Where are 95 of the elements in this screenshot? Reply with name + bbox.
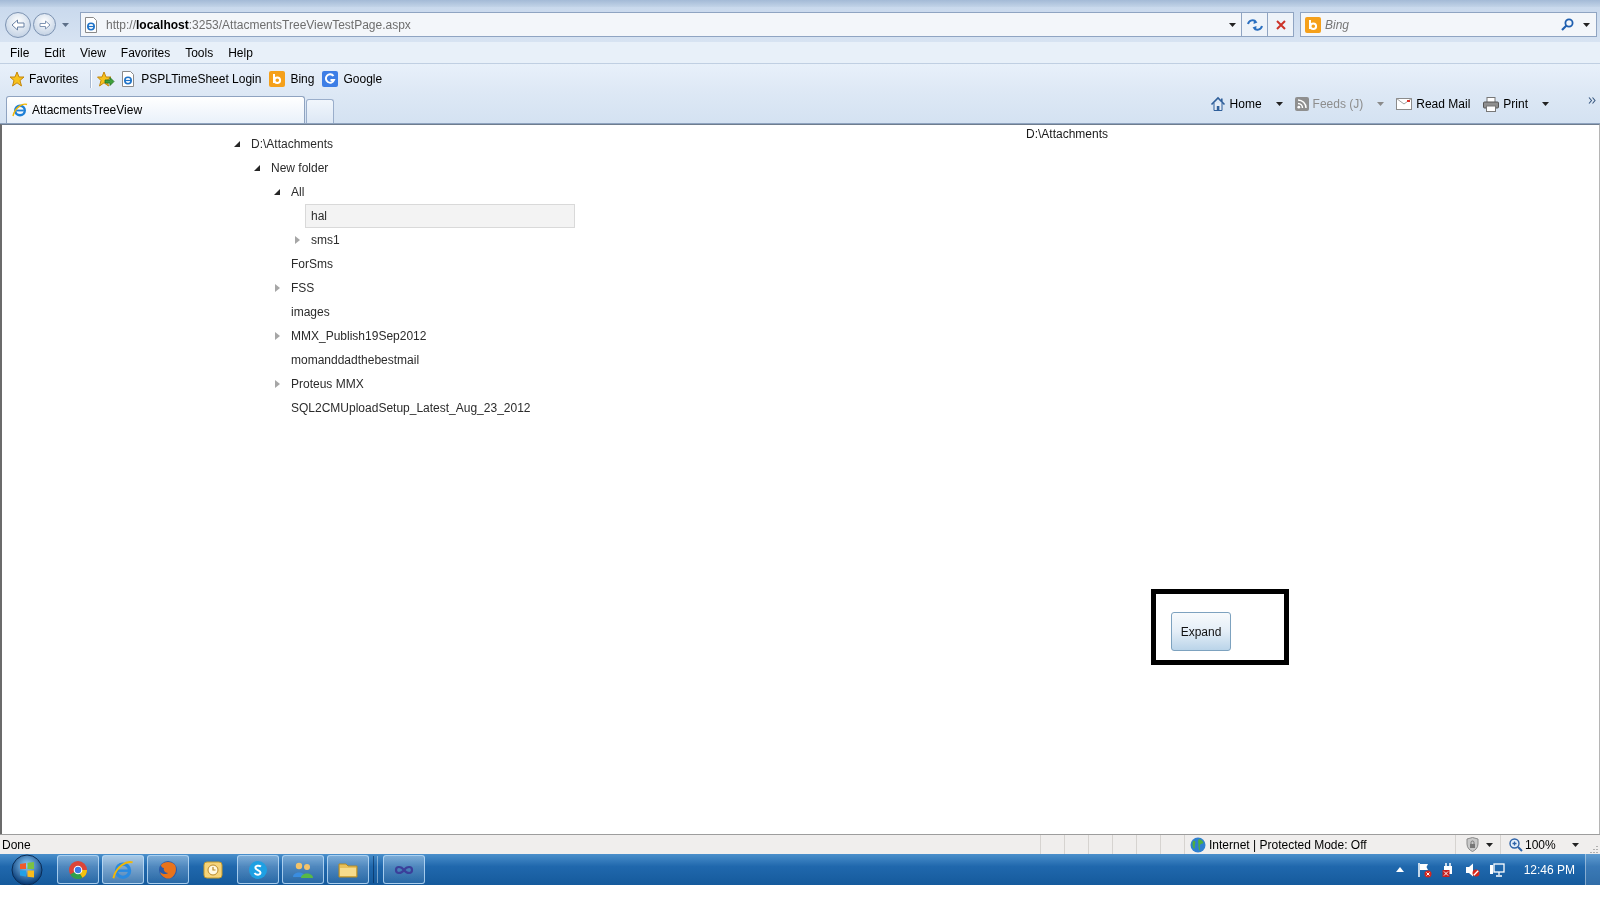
logo-icon xyxy=(322,70,339,87)
favorite-link[interactable]: PSPLTimeSheet Login xyxy=(121,70,262,87)
folder-icon xyxy=(338,860,358,879)
browser-tab[interactable]: AttacmentsTreeView xyxy=(6,96,305,123)
taskbar-button[interactable] xyxy=(282,855,324,884)
down-triangle-icon[interactable] xyxy=(254,165,260,171)
back-button[interactable] xyxy=(5,11,31,38)
printer-icon xyxy=(1483,96,1500,112)
tree-item[interactable]: Proteus MMX xyxy=(285,372,370,396)
tree-item[interactable]: SQL2CMUploadSetup_Latest_Aug_23_2012 xyxy=(285,396,537,420)
search-box[interactable]: Bing xyxy=(1300,12,1597,37)
tree-item[interactable]: momanddadthebestmail xyxy=(285,348,426,372)
taskbar-button[interactable] xyxy=(147,855,189,884)
right-triangle-icon[interactable] xyxy=(274,380,280,388)
menu-item[interactable]: Favorites xyxy=(113,42,178,63)
ring-logo-icon xyxy=(68,859,88,880)
house-icon xyxy=(1209,96,1226,112)
close-icon xyxy=(1275,19,1286,30)
right-triangle-icon[interactable] xyxy=(274,284,280,292)
caret-icon[interactable] xyxy=(1542,102,1549,106)
favorite-link[interactable]: Google xyxy=(322,70,383,87)
grip-icon[interactable] xyxy=(1590,844,1598,853)
menu-item[interactable]: Tools xyxy=(177,42,221,63)
tree-item[interactable]: sms1 xyxy=(305,228,346,252)
down-triangle-icon[interactable] xyxy=(234,141,240,147)
bubble-icon xyxy=(248,859,268,880)
forward-button[interactable] xyxy=(33,13,56,36)
left-arrow-icon xyxy=(11,18,25,31)
caret-icon[interactable] xyxy=(1275,102,1283,106)
taskbar-button[interactable] xyxy=(57,855,99,884)
infinity-icon xyxy=(394,864,414,875)
tree-item[interactable]: FSS xyxy=(285,276,321,300)
browser-logo-icon xyxy=(112,858,134,881)
star-icon xyxy=(9,70,25,87)
toolbar-button[interactable]: Read Mail xyxy=(1393,97,1474,111)
favorites-button[interactable]: Favorites xyxy=(5,70,83,87)
taskbar-button[interactable] xyxy=(327,855,369,884)
menu-item[interactable]: File xyxy=(2,42,37,63)
toolbar-button[interactable]: Print xyxy=(1480,96,1531,112)
logo-icon xyxy=(1305,16,1321,33)
page-icon xyxy=(84,16,98,33)
menu-item[interactable]: View xyxy=(72,42,114,63)
tree-item[interactable]: ForSms xyxy=(285,252,339,276)
zone-text: Internet | Protected Mode: Off xyxy=(1209,837,1367,852)
right-triangle-icon[interactable] xyxy=(274,332,280,340)
taskbar-button[interactable] xyxy=(237,855,279,884)
favorite-link[interactable]: Bing xyxy=(269,70,315,87)
page-icon xyxy=(121,70,136,87)
logo-icon xyxy=(269,70,286,87)
refresh-button[interactable] xyxy=(1242,12,1268,37)
note-clock-icon xyxy=(203,859,223,880)
clock-text[interactable]: 12:46 PM xyxy=(1523,862,1575,877)
globe-icon xyxy=(1190,836,1206,853)
caret-icon[interactable] xyxy=(1583,22,1590,27)
envelope-icon xyxy=(1396,98,1413,110)
taskbar-button[interactable] xyxy=(102,855,144,884)
star-arrow-icon xyxy=(97,70,116,87)
show-desktop-button[interactable] xyxy=(1585,854,1600,885)
search-field[interactable]: Bing xyxy=(1325,15,1555,34)
speaker-icon[interactable] xyxy=(1464,861,1480,878)
address-field[interactable]: http://localhost:3253/AttacmentsTreeViewTestPage.aspx xyxy=(80,12,1242,37)
taskbar-button[interactable] xyxy=(383,855,425,884)
double-chevron-icon[interactable] xyxy=(1588,97,1596,104)
tree-item[interactable]: hal xyxy=(305,204,575,228)
start-orb-icon[interactable] xyxy=(11,853,43,886)
caret-icon[interactable] xyxy=(1229,22,1236,27)
expand-button[interactable]: Expand xyxy=(1171,612,1231,651)
tree-item[interactable]: MMX_Publish19Sep2012 xyxy=(285,324,433,348)
add-favorite-button[interactable] xyxy=(97,70,116,87)
path-label: D:\Attachments xyxy=(1026,127,1109,142)
flag-icon[interactable] xyxy=(1416,861,1432,878)
right-triangle-icon[interactable] xyxy=(294,236,300,244)
logo-icon xyxy=(12,102,28,118)
down-triangle-icon[interactable] xyxy=(274,189,280,195)
tree-item[interactable]: New folder xyxy=(265,156,335,180)
menu-item[interactable]: Help xyxy=(220,42,261,63)
zoom-icon xyxy=(1509,837,1523,852)
globe-swirl-icon xyxy=(158,859,178,880)
up-arrow-icon[interactable] xyxy=(1395,867,1404,872)
caret-icon[interactable] xyxy=(1486,842,1493,847)
tree-item[interactable]: images xyxy=(285,300,336,324)
refresh-icon xyxy=(1246,17,1263,32)
status-text: Done xyxy=(1,837,32,852)
feed-icon xyxy=(1294,97,1309,111)
stop-button[interactable] xyxy=(1268,12,1294,37)
caret-icon[interactable] xyxy=(1571,842,1579,847)
zoom-button[interactable]: 100% xyxy=(1509,837,1556,852)
toolbar-button[interactable]: Home xyxy=(1206,96,1265,112)
search-icon[interactable] xyxy=(1561,18,1574,31)
tree-item[interactable]: D:\Attachments xyxy=(245,132,340,156)
lock-icon[interactable] xyxy=(1465,837,1480,852)
tree-item[interactable]: All xyxy=(285,180,311,204)
menu-item[interactable]: Edit xyxy=(36,42,73,63)
network-icon[interactable] xyxy=(1488,861,1505,878)
right-arrow-icon xyxy=(38,19,51,30)
